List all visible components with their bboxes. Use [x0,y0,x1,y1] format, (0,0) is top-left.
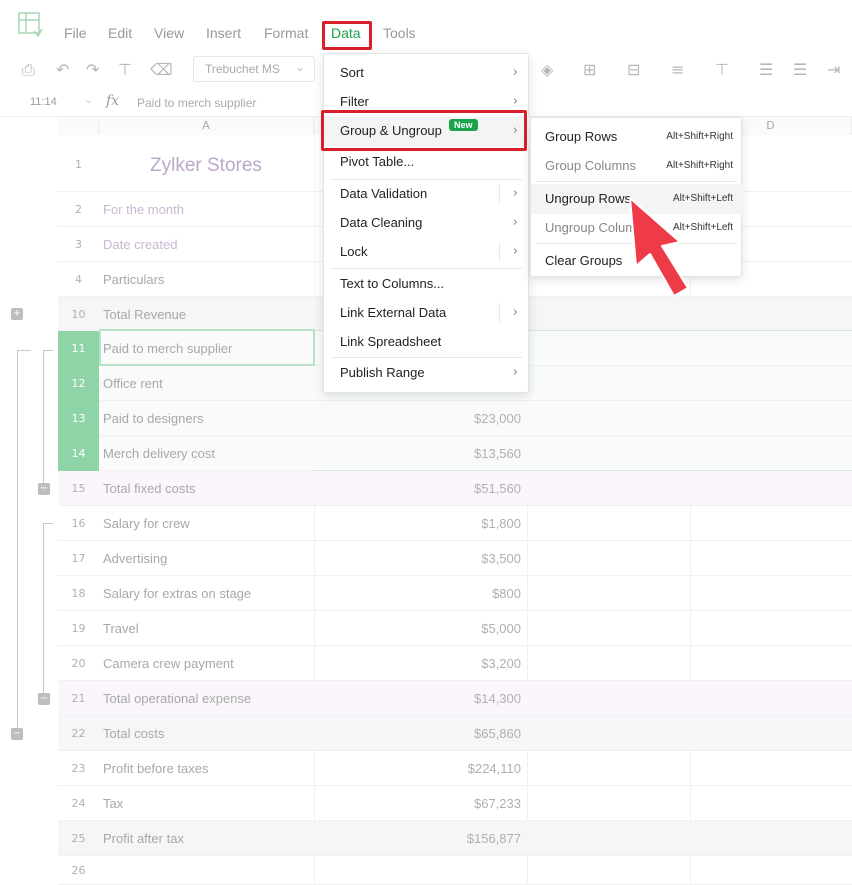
menu-split-divider [499,184,500,204]
menu-bar: File Edit View Insert Format Data Tools [0,0,852,52]
menu-item-link-external-data[interactable]: Link External Data › [324,299,530,328]
shortcut-hint: Alt+Shift+Right [666,131,733,142]
horizontal-align-icon[interactable]: ≡ [671,60,684,79]
font-family-select[interactable]: Trebuchet MS ⌄ [193,56,315,82]
red-pointer-arrow-icon [629,197,689,297]
table-row[interactable]: 17 Advertising $3,500 [58,541,852,576]
select-all-corner[interactable] [58,117,99,135]
borders-icon[interactable]: ⊞ [583,60,596,79]
menu-item-sort[interactable]: Sort › [324,59,530,88]
group-outline-line [43,350,44,485]
sheet-app-icon[interactable] [16,11,46,41]
chevron-right-icon: › [512,65,518,80]
menu-separator [332,268,522,269]
column-header-a[interactable]: A [99,117,314,135]
menu-separator [537,181,737,182]
group-ungroup-highlight-box [321,110,527,151]
active-cell-outline[interactable] [99,329,315,366]
data-dropdown-menu: Sort › Filter › Group & Ungroup New › Pi… [323,53,530,393]
group-outline-line [43,350,53,351]
group-outline-line [17,350,31,351]
menu-tools[interactable]: Tools [383,25,416,41]
table-row[interactable]: 22 Total costs $65,860 [58,716,852,751]
table-row[interactable]: 25 Profit after tax $156,877 [58,821,852,856]
chevron-right-icon: › [512,215,518,230]
paint-format-icon[interactable]: ⊤ [118,60,132,79]
indent-icon[interactable]: ☰ [759,60,773,79]
fx-icon: fx [106,93,120,109]
redo-icon[interactable]: ↷ [86,60,99,79]
outdent-icon[interactable]: ☰ [793,60,807,79]
table-row[interactable]: 23 Profit before taxes $224,110 [58,751,852,786]
chevron-right-icon[interactable]: › [513,186,518,201]
print-icon[interactable]: ⎙ [22,60,35,80]
table-row[interactable]: 15 Total fixed costs $51,560 [58,471,852,506]
menu-separator [332,357,522,358]
fill-color-icon[interactable]: ◈ [541,60,553,79]
menu-item-lock[interactable]: Lock › [324,238,530,267]
group-outline-line [43,523,44,693]
menu-edit[interactable]: Edit [108,25,132,41]
menu-item-data-validation[interactable]: Data Validation › [324,180,530,209]
menu-view[interactable]: View [154,25,184,41]
menu-item-pivot-table[interactable]: Pivot Table... [324,148,530,177]
merge-cells-icon[interactable]: ⊟ [627,60,640,79]
data-menu-highlight-box [322,21,372,50]
table-row[interactable]: 26 [58,856,852,885]
menu-item-publish-range[interactable]: Publish Range › [324,359,530,388]
menu-split-divider [499,242,500,262]
submenu-item-group-columns[interactable]: Group Columns Alt+Shift+Right [531,151,743,181]
chevron-right-icon[interactable]: › [513,244,518,259]
submenu-item-group-rows[interactable]: Group Rows Alt+Shift+Right [531,122,743,152]
menu-item-data-cleaning[interactable]: Data Cleaning › [324,209,530,238]
table-row[interactable]: 21 Total operational expense $14,300 [58,681,852,716]
chevron-right-icon: › [512,365,518,380]
shortcut-hint: Alt+Shift+Right [666,160,733,171]
undo-icon[interactable]: ↶ [56,60,69,79]
menu-insert[interactable]: Insert [206,25,241,41]
group-outline-line [43,523,53,524]
chevron-right-icon: › [512,94,518,109]
cell-reference[interactable]: 11:14 [30,96,57,108]
menu-item-link-spreadsheet[interactable]: Link Spreadsheet [324,328,530,357]
sheet-title-cell[interactable]: Zylker Stores [150,155,262,177]
collapse-group-icon[interactable]: − [38,693,50,705]
menu-split-divider [499,303,500,323]
vertical-align-icon[interactable]: ⊤ [715,60,729,79]
table-row[interactable]: 16 Salary for crew $1,800 [58,506,852,541]
group-outline-line [17,350,18,730]
collapse-group-icon[interactable]: − [38,483,50,495]
formula-input[interactable]: Paid to merch supplier [137,96,256,110]
wrap-text-icon[interactable]: ⇥ [827,60,840,79]
menu-item-text-to-columns[interactable]: Text to Columns... [324,270,530,299]
menu-file[interactable]: File [64,25,87,41]
table-row[interactable]: 18 Salary for extras on stage $800 [58,576,852,611]
collapse-group-icon[interactable]: − [11,728,23,740]
chevron-down-icon[interactable]: ⌄ [84,93,93,106]
menu-format[interactable]: Format [264,25,308,41]
table-row[interactable]: 19 Travel $5,000 [58,611,852,646]
table-row[interactable]: 20 Camera crew payment $3,200 [58,646,852,681]
expand-group-icon[interactable]: + [11,308,23,320]
chevron-down-icon: ⌄ [294,60,305,74]
table-row[interactable]: 24 Tax $67,233 [58,786,852,821]
chevron-right-icon[interactable]: › [513,305,518,320]
clear-format-icon[interactable]: ⌫ [150,60,173,79]
